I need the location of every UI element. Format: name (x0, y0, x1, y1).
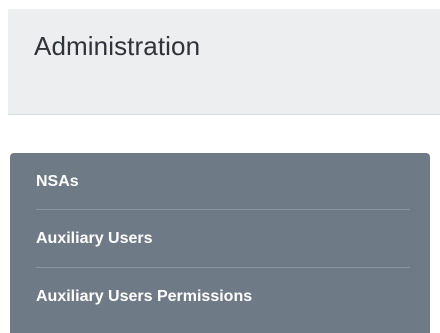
admin-menu: NSAs Auxiliary Users Auxiliary Users Per… (10, 153, 430, 333)
menu-item-auxiliary-users[interactable]: Auxiliary Users (30, 210, 410, 267)
page-title: Administration (34, 31, 201, 61)
menu-item-label: NSAs (36, 173, 79, 190)
menu-item-label: Auxiliary Users (36, 229, 153, 247)
menu-item-nsas[interactable]: NSAs (30, 153, 410, 209)
menu-item-label: Auxiliary Users Permissions (36, 287, 253, 305)
page-header: Administration (8, 9, 440, 115)
menu-item-auxiliary-users-permissions[interactable]: Auxiliary Users Permissions (30, 268, 410, 325)
